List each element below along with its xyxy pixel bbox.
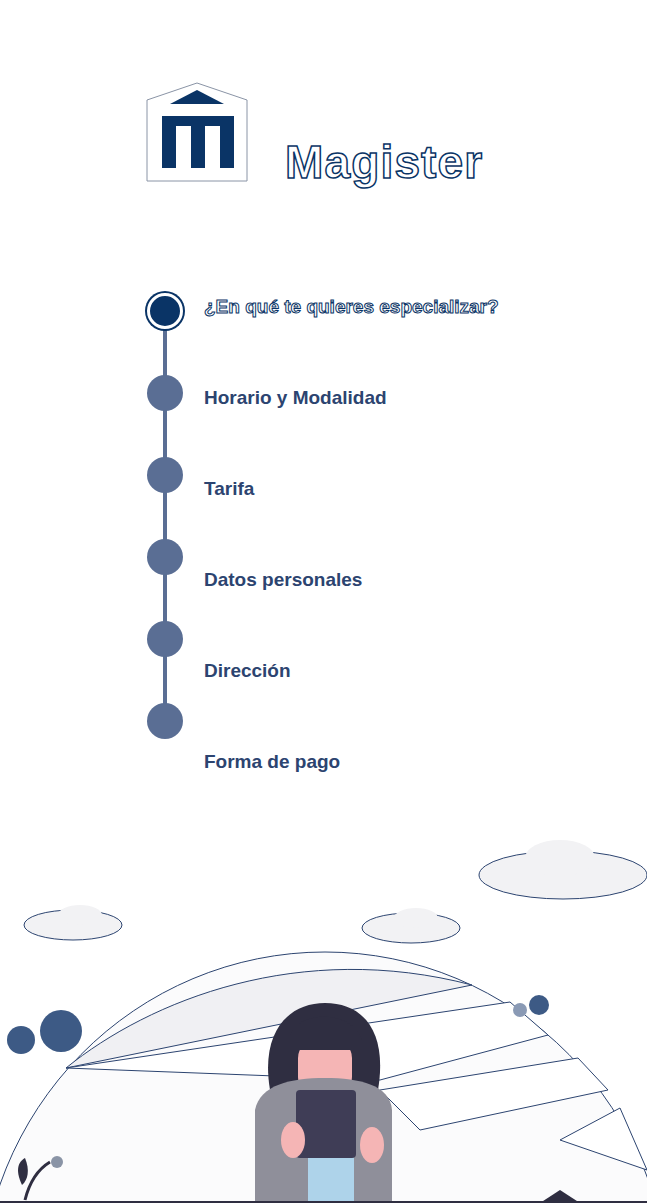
step-label[interactable]: Horario y Modalidad bbox=[204, 386, 499, 410]
brand-name: Magister bbox=[285, 139, 483, 185]
step-marker[interactable] bbox=[147, 539, 183, 575]
step-label[interactable]: Datos personales bbox=[204, 568, 499, 592]
logo-row: Magister bbox=[0, 0, 647, 182]
step-labels: ¿En qué te quieres especializar? Horario … bbox=[204, 293, 499, 774]
step-marker[interactable] bbox=[147, 621, 183, 657]
step-label[interactable]: Forma de pago bbox=[204, 750, 499, 774]
step-marker[interactable] bbox=[147, 375, 183, 411]
step-label[interactable]: ¿En qué te quieres especializar? bbox=[204, 295, 499, 319]
step-label[interactable]: Dirección bbox=[204, 659, 499, 683]
step-marker[interactable] bbox=[147, 293, 183, 329]
building-logo-icon bbox=[146, 82, 248, 182]
page: Magister ¿En qué te quieres especializar… bbox=[0, 0, 647, 1203]
woman-with-tablet-illustration-icon bbox=[0, 840, 647, 1203]
step-marker[interactable] bbox=[147, 457, 183, 493]
step-label[interactable]: Tarifa bbox=[204, 477, 499, 501]
step-marker[interactable] bbox=[147, 703, 183, 739]
illustration bbox=[0, 840, 647, 1203]
step-track bbox=[147, 293, 183, 739]
steps: ¿En qué te quieres especializar? Horario … bbox=[0, 293, 647, 774]
track-line bbox=[163, 311, 167, 723]
